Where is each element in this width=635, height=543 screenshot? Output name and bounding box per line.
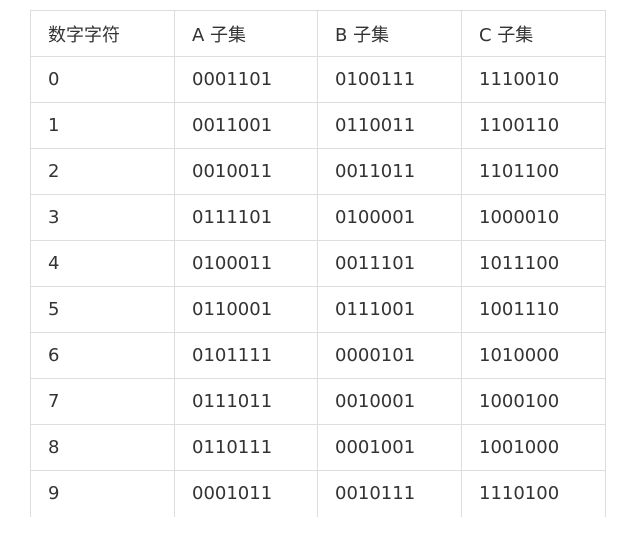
cell-subset-c: 1001000 [461, 424, 606, 471]
cell-subset-a: 0101111 [174, 332, 318, 379]
table-row: 1 0011001 0110011 1100110 [30, 102, 606, 149]
cell-subset-c: 1011100 [461, 240, 606, 287]
cell-digit: 4 [30, 240, 175, 287]
cell-subset-c: 1101100 [461, 148, 606, 195]
cell-digit: 9 [30, 470, 175, 517]
cell-subset-b: 0111001 [317, 286, 462, 333]
cell-subset-a: 0100011 [174, 240, 318, 287]
cell-subset-c: 1110100 [461, 470, 606, 517]
cell-subset-b: 0011011 [317, 148, 462, 195]
cell-digit: 5 [30, 286, 175, 333]
table-body: 0 0001101 0100111 1110010 1 0011001 0110011 110… [30, 56, 606, 517]
table-row: 4 0100011 0011101 1011100 [30, 240, 606, 287]
cell-subset-c: 1010000 [461, 332, 606, 379]
cell-subset-b: 0010001 [317, 378, 462, 425]
cell-digit: 8 [30, 424, 175, 471]
table-row: 6 0101111 0000101 1010000 [30, 332, 606, 379]
header-digit: 数字字符 [30, 10, 175, 57]
cell-subset-c: 1001110 [461, 286, 606, 333]
header-subset-b: B 子集 [317, 10, 462, 57]
cell-subset-a: 0010011 [174, 148, 318, 195]
cell-subset-c: 1000010 [461, 194, 606, 241]
table-row: 0 0001101 0100111 1110010 [30, 56, 606, 103]
cell-subset-a: 0111101 [174, 194, 318, 241]
cell-subset-c: 1100110 [461, 102, 606, 149]
cell-subset-b: 0000101 [317, 332, 462, 379]
table-row: 5 0110001 0111001 1001110 [30, 286, 606, 333]
cell-digit: 3 [30, 194, 175, 241]
cell-subset-b: 0011101 [317, 240, 462, 287]
table-row: 9 0001011 0010111 1110100 [30, 470, 606, 517]
header-subset-a: A 子集 [174, 10, 318, 57]
cell-subset-a: 0001101 [174, 56, 318, 103]
table-row: 7 0111011 0010001 1000100 [30, 378, 606, 425]
cell-subset-a: 0110001 [174, 286, 318, 333]
table-row: 8 0110111 0001001 1001000 [30, 424, 606, 471]
table-row: 3 0111101 0100001 1000010 [30, 194, 606, 241]
encoding-table-container: 数字字符 A 子集 B 子集 C 子集 0 0001101 0100111 11100… [30, 10, 606, 517]
cell-subset-b: 0010111 [317, 470, 462, 517]
cell-subset-a: 0110111 [174, 424, 318, 471]
cell-subset-c: 1000100 [461, 378, 606, 425]
cell-subset-a: 0111011 [174, 378, 318, 425]
cell-subset-b: 0001001 [317, 424, 462, 471]
cell-subset-b: 0100001 [317, 194, 462, 241]
cell-digit: 2 [30, 148, 175, 195]
cell-subset-c: 1110010 [461, 56, 606, 103]
cell-digit: 1 [30, 102, 175, 149]
cell-subset-b: 0110011 [317, 102, 462, 149]
cell-digit: 0 [30, 56, 175, 103]
encoding-table: 数字字符 A 子集 B 子集 C 子集 0 0001101 0100111 11100… [30, 10, 606, 517]
table-row: 2 0010011 0011011 1101100 [30, 148, 606, 195]
table-header-row: 数字字符 A 子集 B 子集 C 子集 [30, 10, 606, 57]
cell-subset-a: 0011001 [174, 102, 318, 149]
cell-subset-a: 0001011 [174, 470, 318, 517]
cell-digit: 7 [30, 378, 175, 425]
header-subset-c: C 子集 [461, 10, 606, 57]
cell-subset-b: 0100111 [317, 56, 462, 103]
cell-digit: 6 [30, 332, 175, 379]
